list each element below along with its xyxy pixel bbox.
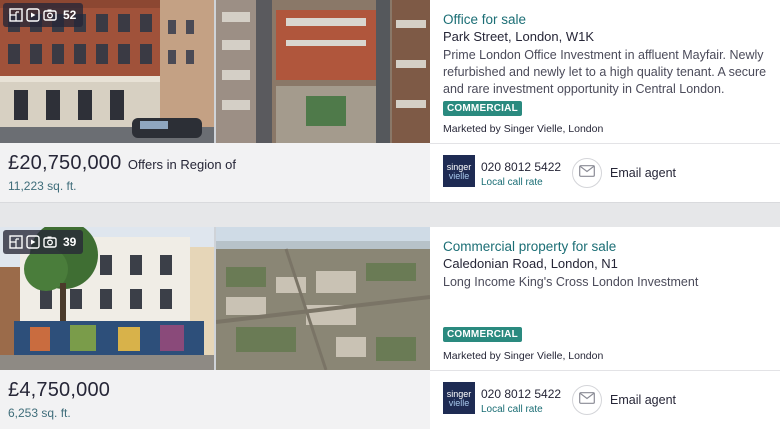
- envelope-icon: [579, 164, 595, 182]
- camera-icon: [43, 8, 57, 22]
- price-section[interactable]: £4,750,000 6,253 sq. ft.: [0, 370, 430, 429]
- camera-icon: [43, 235, 57, 249]
- property-title[interactable]: Commercial property for sale: [443, 239, 616, 254]
- property-address[interactable]: Caledonian Road, London, N1: [443, 256, 618, 271]
- property-description: Prime London Office Investment in afflue…: [443, 48, 767, 96]
- envelope-icon: [579, 391, 595, 409]
- agent-phone[interactable]: 020 8012 5422: [481, 160, 561, 174]
- property-description: Long Income King's Cross London Investme…: [443, 275, 699, 289]
- listing-photos[interactable]: 39: [0, 227, 430, 370]
- price: £4,750,000: [8, 379, 111, 401]
- media-badge[interactable]: 52: [3, 3, 84, 27]
- photo-count: 52: [63, 8, 77, 22]
- agent-contact: singer vielle 020 8012 5422 Local call r…: [430, 370, 780, 429]
- video-icon: [26, 235, 40, 249]
- agent-logo[interactable]: singer vielle: [443, 382, 475, 414]
- floor-area: 6,253 sq. ft.: [8, 406, 71, 420]
- price-section[interactable]: £20,750,000 Offers in Region of 11,223 s…: [0, 143, 430, 202]
- property-title[interactable]: Office for sale: [443, 12, 526, 27]
- floorplan-icon: [9, 235, 23, 249]
- price-qualifier: Offers in Region of: [127, 157, 237, 172]
- photo-aerial-view[interactable]: [216, 0, 430, 143]
- floorplan-icon: [9, 8, 23, 22]
- video-icon: [26, 8, 40, 22]
- call-rate-note: Local call rate: [481, 177, 543, 188]
- photo-count: 39: [63, 235, 77, 249]
- listing-card[interactable]: 52 £20,750,000 Offers in Region of 11,22…: [0, 0, 780, 202]
- commercial-tag: COMMERCIAL: [443, 101, 522, 116]
- media-badge[interactable]: 39: [3, 230, 84, 254]
- property-address[interactable]: Park Street, London, W1K: [443, 29, 594, 44]
- agent-contact: singer vielle 020 8012 5422 Local call r…: [430, 143, 780, 202]
- floor-area: 11,223 sq. ft.: [8, 179, 77, 193]
- commercial-tag: COMMERCIAL: [443, 327, 522, 342]
- email-agent-button[interactable]: [572, 158, 602, 188]
- price: £20,750,000: [8, 152, 122, 174]
- marketed-by: Marketed by Singer Vielle, London: [443, 350, 604, 362]
- listing-card[interactable]: 39 £4,750,000 6,253 sq. ft. Commercial p…: [0, 227, 780, 429]
- email-agent-button[interactable]: [572, 385, 602, 415]
- email-agent-label[interactable]: Email agent: [610, 393, 676, 407]
- marketed-by: Marketed by Singer Vielle, London: [443, 123, 604, 135]
- call-rate-note: Local call rate: [481, 404, 543, 415]
- listing-photos[interactable]: 52: [0, 0, 430, 143]
- photo-aerial-view[interactable]: [216, 227, 430, 370]
- agent-logo[interactable]: singer vielle: [443, 155, 475, 187]
- agent-phone[interactable]: 020 8012 5422: [481, 387, 561, 401]
- email-agent-label[interactable]: Email agent: [610, 166, 676, 180]
